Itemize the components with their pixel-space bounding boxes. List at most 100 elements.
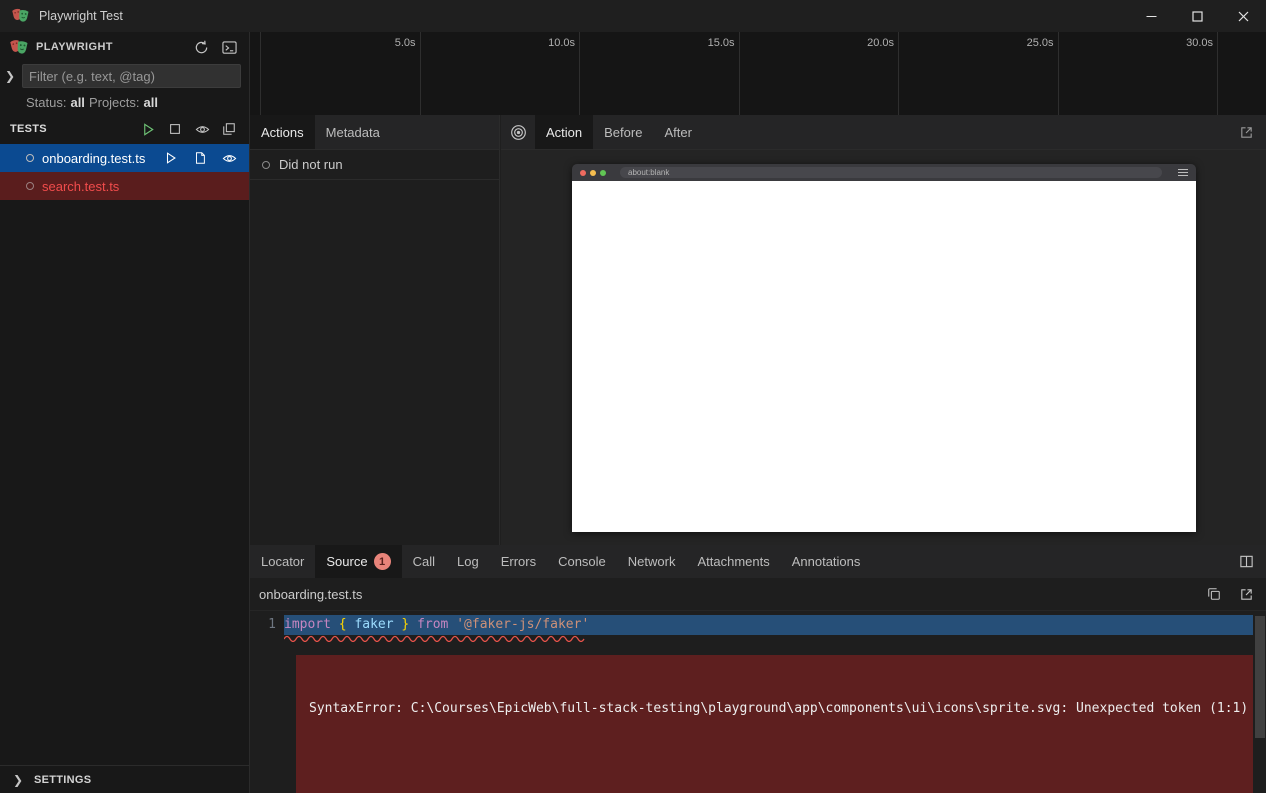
test-file-name: onboarding.test.ts bbox=[42, 151, 153, 166]
not-run-status-icon bbox=[262, 161, 270, 169]
settings-chevron-icon: ❯ bbox=[10, 773, 26, 787]
tab-source-label: Source bbox=[326, 554, 367, 569]
split-view-icon[interactable] bbox=[1236, 552, 1256, 572]
playwright-logo-icon bbox=[10, 38, 28, 57]
tab-annotations[interactable]: Annotations bbox=[781, 545, 872, 578]
test-item-search[interactable]: search.test.ts bbox=[0, 172, 249, 200]
terminal-icon[interactable] bbox=[219, 37, 239, 57]
highlighted-import-statement: import { faker } from '@faker-js/faker' bbox=[284, 615, 1253, 635]
tab-errors[interactable]: Errors bbox=[490, 545, 547, 578]
timeline[interactable]: 5.0s10.0s15.0s20.0s25.0s30.0s bbox=[250, 32, 1266, 115]
tab-console[interactable]: Console bbox=[547, 545, 617, 578]
test-item-onboarding[interactable]: onboarding.test.ts bbox=[0, 144, 249, 172]
tab-before[interactable]: Before bbox=[593, 115, 653, 149]
did-not-run-row: Did not run bbox=[250, 150, 499, 180]
actions-panel: Actions Metadata Did not run bbox=[250, 115, 500, 545]
middle-panes: Actions Metadata Did not run Action Befo… bbox=[250, 115, 1266, 545]
snapshot-stage: about:blank bbox=[501, 151, 1266, 545]
code-token: faker bbox=[354, 617, 393, 632]
browser-menu-icon bbox=[1178, 169, 1188, 176]
error-message: SyntaxError: C:\Courses\EpicWeb\full-sta… bbox=[309, 700, 1240, 718]
source-code-line-1[interactable]: 1 import { faker } from '@faker-js/faker… bbox=[250, 615, 1266, 635]
tab-network[interactable]: Network bbox=[617, 545, 687, 578]
actions-tab-strip: Actions Metadata bbox=[250, 115, 499, 150]
window-title: Playwright Test bbox=[39, 9, 123, 23]
close-button[interactable] bbox=[1220, 0, 1266, 32]
projects-value: all bbox=[144, 95, 158, 110]
filter-row: ❯ bbox=[0, 62, 249, 90]
settings-section-header[interactable]: ❯ SETTINGS bbox=[0, 765, 249, 793]
source-viewer[interactable]: 1 import { faker } from '@faker-js/faker… bbox=[250, 615, 1266, 793]
browser-maximize-dot-icon bbox=[600, 170, 606, 176]
source-scrollbar-thumb[interactable] bbox=[1255, 616, 1265, 738]
sidebar-empty-space bbox=[0, 200, 249, 765]
tab-actions[interactable]: Actions bbox=[250, 115, 315, 149]
test-file-name: search.test.ts bbox=[42, 179, 241, 194]
tab-source[interactable]: Source 1 bbox=[315, 545, 401, 578]
open-external-icon[interactable] bbox=[1236, 584, 1256, 604]
maximize-button[interactable] bbox=[1174, 0, 1220, 32]
tab-metadata[interactable]: Metadata bbox=[315, 115, 391, 149]
timeline-gridline bbox=[579, 32, 580, 115]
timeline-gridline bbox=[1058, 32, 1059, 115]
did-not-run-label: Did not run bbox=[279, 157, 343, 172]
filter-input[interactable] bbox=[22, 64, 241, 88]
browser-minimize-dot-icon bbox=[590, 170, 596, 176]
browser-page-blank bbox=[572, 181, 1196, 532]
copy-icon[interactable] bbox=[1204, 584, 1224, 604]
source-file-icon[interactable] bbox=[190, 148, 210, 168]
source-file-header: onboarding.test.ts bbox=[250, 578, 1266, 611]
pick-locator-icon[interactable] bbox=[501, 115, 535, 149]
details-panel: Locator Source 1 Call Log Errors Console… bbox=[250, 545, 1266, 793]
timeline-gridline bbox=[420, 32, 421, 115]
timeline-gridline bbox=[1217, 32, 1218, 115]
browser-snapshot: about:blank bbox=[572, 164, 1196, 532]
expand-filters-chevron-icon[interactable]: ❯ bbox=[2, 69, 18, 83]
tab-attachments[interactable]: Attachments bbox=[686, 545, 780, 578]
source-file-name: onboarding.test.ts bbox=[259, 587, 362, 602]
open-snapshot-external-icon[interactable] bbox=[1236, 122, 1256, 142]
tab-after[interactable]: After bbox=[653, 115, 702, 149]
watch-icon[interactable] bbox=[219, 148, 239, 168]
playwright-logo-icon bbox=[12, 7, 29, 25]
timeline-gridline bbox=[260, 32, 261, 115]
timeline-gridline bbox=[739, 32, 740, 115]
timeline-tick-label: 5.0s bbox=[356, 37, 416, 49]
sidebar: PLAYWRIGHT ❯ Status: all Projects: all T… bbox=[0, 32, 250, 793]
line-number: 1 bbox=[250, 615, 276, 635]
stop-icon[interactable] bbox=[165, 119, 185, 139]
collapse-all-icon[interactable] bbox=[219, 119, 239, 139]
status-value: all bbox=[70, 95, 84, 110]
browser-close-dot-icon bbox=[580, 170, 586, 176]
playwright-trace-viewer-window: Playwright Test PLAYWRIGHT bbox=[0, 0, 1266, 793]
timeline-tick-label: 30.0s bbox=[1153, 37, 1213, 49]
code-token: from bbox=[417, 617, 448, 632]
details-tab-strip: Locator Source 1 Call Log Errors Console… bbox=[250, 545, 1266, 578]
run-all-icon[interactable] bbox=[138, 119, 158, 139]
refresh-icon[interactable] bbox=[191, 37, 211, 57]
browser-url: about:blank bbox=[628, 169, 669, 177]
watch-all-icon[interactable] bbox=[192, 119, 212, 139]
sidebar-title: PLAYWRIGHT bbox=[36, 41, 183, 53]
title-bar: Playwright Test bbox=[0, 0, 1266, 32]
error-count-badge: 1 bbox=[374, 553, 391, 570]
projects-label: Projects: bbox=[89, 95, 140, 110]
tab-action[interactable]: Action bbox=[535, 115, 593, 149]
browser-chrome-bar: about:blank bbox=[572, 164, 1196, 181]
sidebar-header: PLAYWRIGHT bbox=[0, 32, 249, 62]
timeline-tick-label: 10.0s bbox=[515, 37, 575, 49]
tests-section-header: TESTS bbox=[0, 114, 249, 144]
error-blank-line bbox=[309, 754, 1240, 772]
code-token bbox=[331, 617, 339, 632]
code-token: import bbox=[284, 617, 331, 632]
filter-status-line[interactable]: Status: all Projects: all bbox=[0, 90, 249, 114]
test-status-icon bbox=[26, 154, 34, 162]
tab-log[interactable]: Log bbox=[446, 545, 490, 578]
code-token: '@faker-js/faker' bbox=[456, 617, 589, 632]
tab-call[interactable]: Call bbox=[402, 545, 446, 578]
minimize-button[interactable] bbox=[1128, 0, 1174, 32]
run-icon[interactable] bbox=[161, 148, 181, 168]
tab-locator[interactable]: Locator bbox=[250, 545, 315, 578]
status-label: Status: bbox=[26, 95, 66, 110]
timeline-tick-label: 15.0s bbox=[675, 37, 735, 49]
